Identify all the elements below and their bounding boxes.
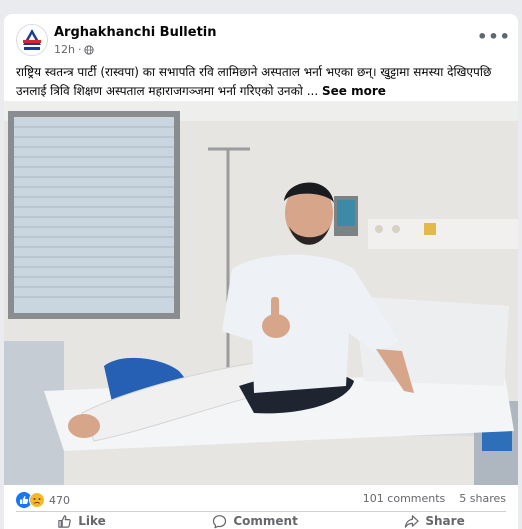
ellipsis-icon: •••: [477, 26, 511, 46]
comment-label: Comment: [233, 514, 298, 528]
reaction-summary[interactable]: 470: [16, 490, 70, 510]
like-label: Like: [78, 514, 106, 528]
post-text: राष्ट्रिय स्वतन्त्र पार्टी (रास्वपा) का …: [16, 63, 506, 101]
post-photo[interactable]: [4, 101, 518, 485]
shares-count[interactable]: 5 shares: [459, 492, 506, 505]
comment-button[interactable]: Comment: [212, 514, 298, 529]
see-more-link[interactable]: See more: [322, 84, 386, 98]
page-name[interactable]: Arghakhanchi Bulletin: [54, 25, 217, 40]
hospital-bed-photo: [4, 101, 518, 485]
comment-bubble-icon: [213, 514, 227, 528]
sad-reaction-icon: [29, 492, 45, 508]
post-time[interactable]: 12h: [54, 43, 75, 56]
like-button[interactable]: Like: [57, 514, 106, 529]
post-body: राष्ट्रिय स्वतन्त्र पार्टी (रास्वपा) का …: [16, 65, 492, 98]
share-label: Share: [425, 514, 465, 528]
engagement-stats: 101 comments 5 shares: [363, 492, 506, 505]
arghakhanchi-logo-icon: [17, 25, 47, 55]
thumbs-up-icon: [58, 514, 72, 528]
action-bar: Like Comment Share: [4, 513, 518, 529]
reaction-icons: [16, 492, 45, 508]
post-header: Arghakhanchi Bulletin 12h · •••: [4, 14, 518, 62]
post-card: Arghakhanchi Bulletin 12h · ••• राष्ट्रि…: [4, 14, 518, 529]
reaction-count: 470: [49, 493, 70, 507]
divider: [16, 511, 506, 512]
globe-icon: [84, 44, 95, 55]
comments-count[interactable]: 101 comments: [363, 492, 445, 505]
more-options-button[interactable]: •••: [477, 27, 510, 46]
post-meta: 12h ·: [54, 43, 95, 56]
share-arrow-icon: [405, 514, 420, 528]
share-button[interactable]: Share: [404, 514, 465, 529]
page-avatar[interactable]: [16, 24, 48, 56]
